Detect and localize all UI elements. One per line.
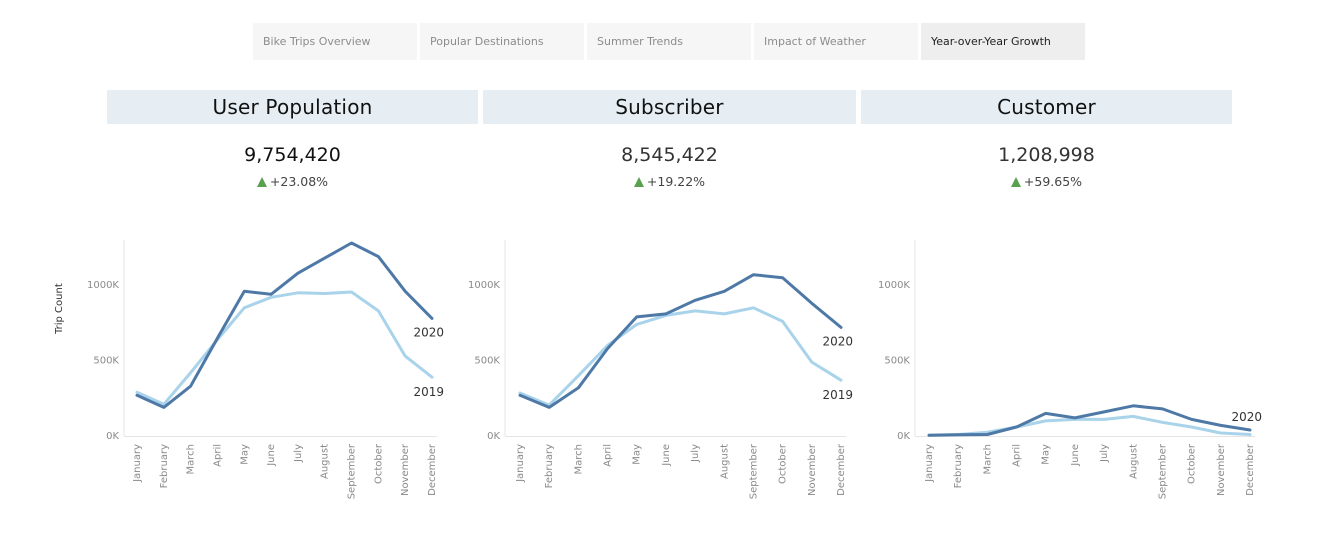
- up-triangle-icon: [1010, 177, 1021, 187]
- x-tick-label: March: [982, 444, 993, 474]
- y-tick-label: 0K: [897, 431, 910, 442]
- series-line-2019[interactable]: [518, 306, 843, 407]
- tab-summer-trends[interactable]: Summer Trends: [587, 23, 751, 60]
- x-tick-label: September: [748, 443, 759, 499]
- x-tick-label: April: [603, 444, 614, 467]
- tab-bar: Bike Trips Overview Popular Destinations…: [253, 23, 1085, 60]
- y-tick-label: 500K: [884, 356, 910, 367]
- y-tick-label: 0K: [106, 431, 119, 442]
- panel-subscriber: Subscriber 8,545,422 +19.22% 0K 500K 1000K…: [468, 90, 856, 530]
- delta-value: +19.22%: [646, 174, 706, 189]
- series-end-label-2020: 2020: [1231, 410, 1262, 424]
- x-tick-label: January: [132, 444, 143, 483]
- kpi-total: 1,208,998: [998, 144, 1095, 166]
- kpi-delta: +59.65%: [861, 174, 1232, 189]
- x-tick-label: June: [661, 444, 672, 467]
- tab-bike-trips-overview[interactable]: Bike Trips Overview: [253, 23, 417, 60]
- x-tick-label: April: [1012, 444, 1023, 467]
- series-line-2019[interactable]: [135, 290, 434, 406]
- delta-value: +23.08%: [269, 174, 329, 189]
- y-tick-label: 0K: [487, 431, 500, 442]
- delta-value: +59.65%: [1023, 174, 1083, 189]
- series-end-label-2019: 2019: [413, 385, 444, 399]
- x-tick-label: January: [515, 444, 526, 483]
- series-end-label-2020: 2020: [822, 334, 853, 348]
- tab-year-over-year-growth[interactable]: Year-over-Year Growth: [921, 23, 1085, 60]
- line-chart-subscriber[interactable]: 0K 500K 1000K January February March April May J…: [468, 230, 856, 530]
- x-tick-label: December: [1245, 443, 1256, 496]
- y-tick-label: 500K: [93, 356, 119, 367]
- x-tick-label: September: [1157, 443, 1168, 499]
- x-tick-label: July: [690, 444, 701, 463]
- x-tick-label: June: [266, 444, 277, 467]
- panel-title: Subscriber: [483, 90, 856, 124]
- x-tick-label: February: [544, 444, 555, 488]
- tab-impact-of-weather[interactable]: Impact of Weather: [754, 23, 918, 60]
- x-tick-label: October: [373, 443, 384, 484]
- panel-user-population: User Population 9,754,420 +23.08% 0K 500K…: [87, 90, 478, 530]
- x-tick-label: May: [239, 444, 250, 465]
- series-end-label-2020: 2020: [413, 325, 444, 339]
- x-tick-label: February: [953, 444, 964, 488]
- series-end-label-2019: 2019: [822, 388, 853, 402]
- x-tick-label: February: [159, 444, 170, 488]
- x-tick-label: August: [320, 444, 331, 479]
- kpi-delta: +19.22%: [483, 174, 856, 189]
- x-tick-label: October: [778, 443, 789, 484]
- x-tick-label: August: [1128, 444, 1139, 479]
- x-tick-label: December: [836, 443, 847, 496]
- tab-popular-destinations[interactable]: Popular Destinations: [420, 23, 584, 60]
- kpi-total: 9,754,420: [244, 144, 341, 166]
- x-tick-label: March: [186, 444, 197, 474]
- line-chart-user-population[interactable]: 0K 500K 1000K January February March April May J…: [87, 230, 478, 530]
- series-line-2019[interactable]: [927, 414, 1252, 437]
- x-tick-label: June: [1070, 444, 1081, 467]
- panel-title: User Population: [107, 90, 478, 124]
- x-tick-label: May: [1041, 444, 1052, 465]
- up-triangle-icon: [256, 177, 267, 187]
- line-chart-customer[interactable]: 0K 500K 1000K January February March April May J…: [861, 230, 1262, 530]
- x-tick-label: March: [573, 444, 584, 474]
- x-tick-label: May: [632, 444, 643, 465]
- up-triangle-icon: [633, 177, 644, 187]
- x-tick-label: July: [1099, 444, 1110, 463]
- x-tick-label: November: [1216, 443, 1227, 496]
- x-tick-label: September: [347, 443, 358, 499]
- x-tick-label: January: [924, 444, 935, 483]
- y-tick-label: 500K: [474, 356, 500, 367]
- x-tick-label: November: [400, 443, 411, 496]
- x-tick-label: August: [719, 444, 730, 479]
- y-tick-label: 1000K: [87, 280, 119, 291]
- panel-title: Customer: [861, 90, 1232, 124]
- y-axis-title: Trip Count: [54, 283, 65, 334]
- x-tick-label: October: [1187, 443, 1198, 484]
- y-tick-label: 1000K: [878, 280, 910, 291]
- kpi-delta: +23.08%: [107, 174, 478, 189]
- x-tick-label: April: [212, 444, 223, 467]
- x-tick-label: December: [427, 443, 438, 496]
- kpi-total: 8,545,422: [621, 144, 718, 166]
- x-tick-label: July: [293, 444, 304, 463]
- panel-customer: Customer 1,208,998 +59.65% 0K 500K 1000K Ja…: [861, 90, 1262, 530]
- y-tick-label: 1000K: [468, 280, 500, 291]
- dashboard: Bike Trips Overview Popular Destinations…: [0, 0, 1338, 536]
- x-tick-label: November: [807, 443, 818, 496]
